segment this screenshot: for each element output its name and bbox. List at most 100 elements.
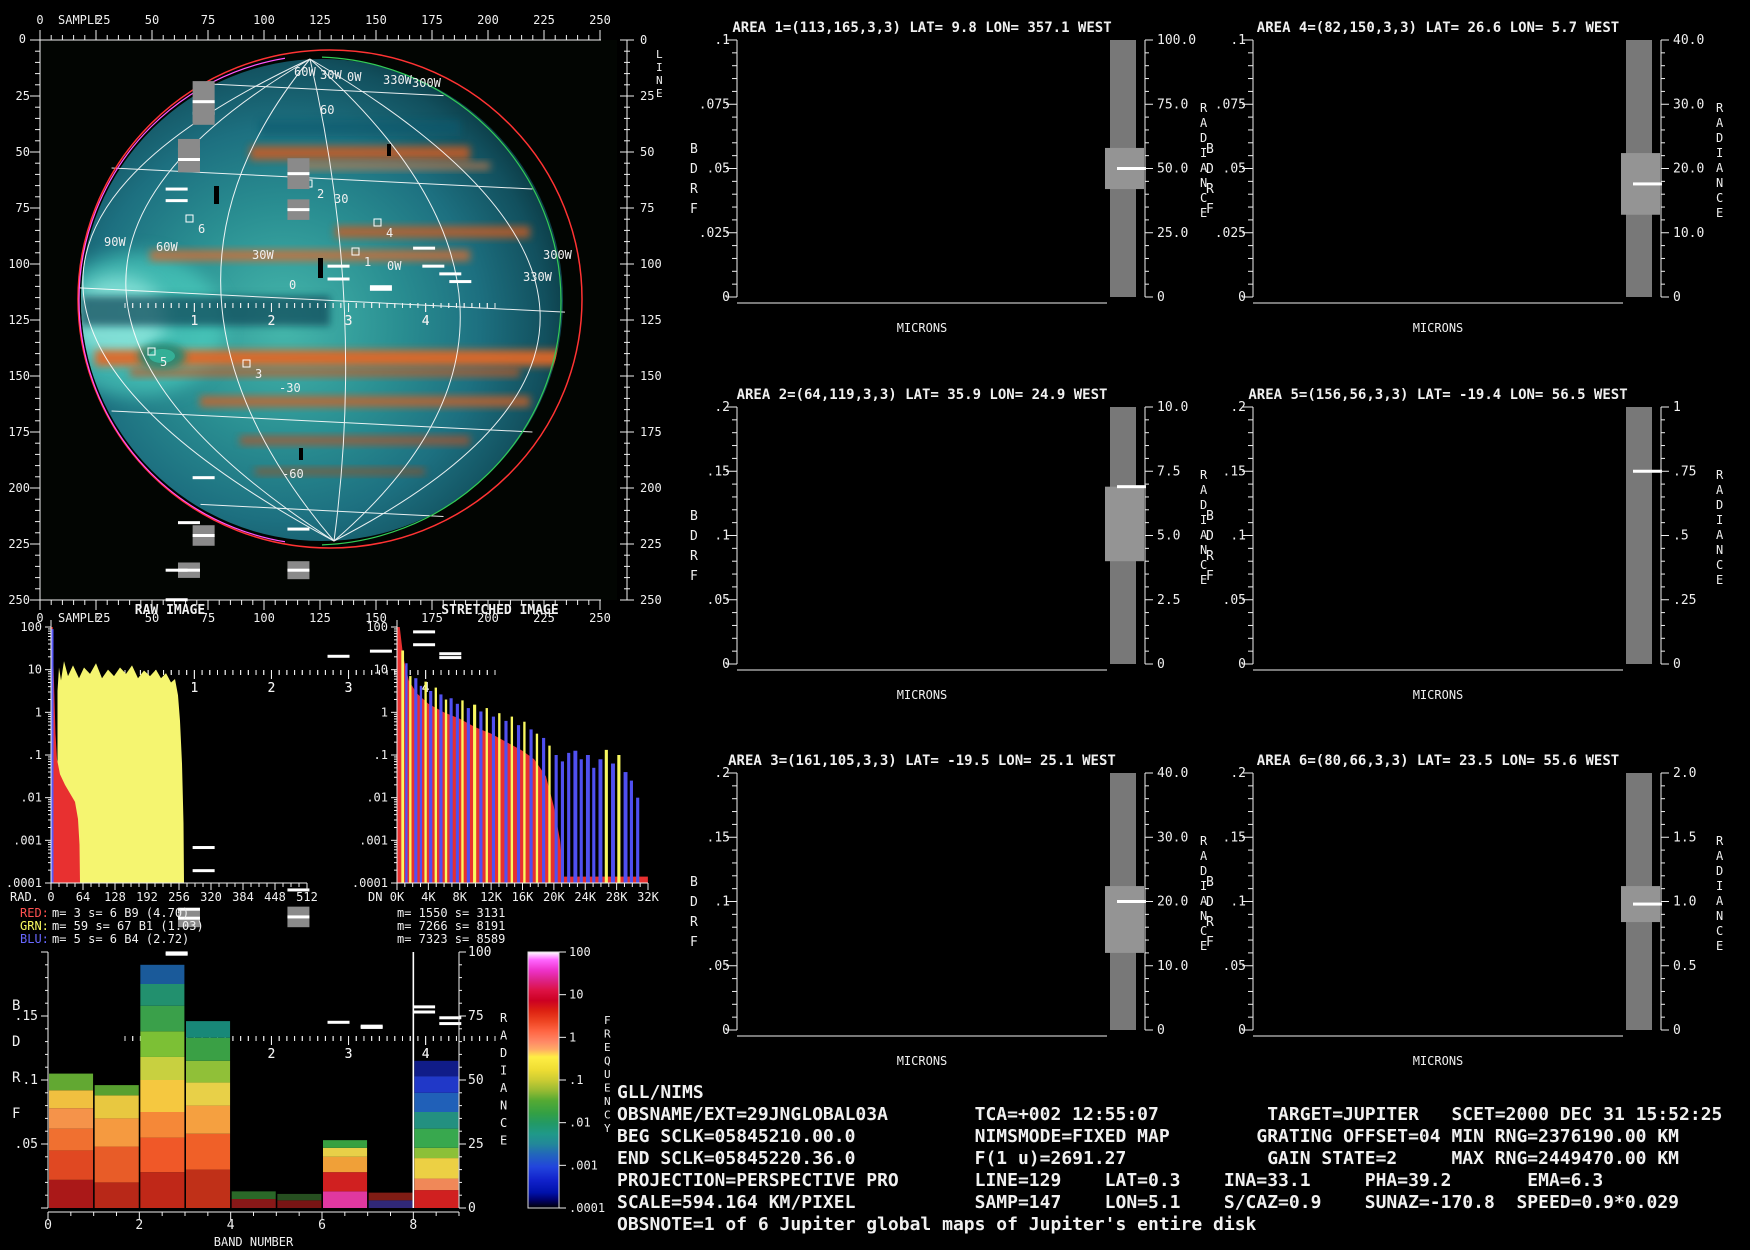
longitude-label: 60W bbox=[156, 240, 178, 254]
dn-stripe bbox=[479, 711, 483, 883]
radiance-bar-mean bbox=[1633, 902, 1662, 906]
y2-axis-label: R bbox=[1200, 468, 1208, 482]
y-tick-label: .075 bbox=[1215, 97, 1246, 112]
x-tick-label: 32K bbox=[637, 890, 659, 904]
y2-tick-label: 20.0 bbox=[1673, 162, 1704, 177]
line-tick-label: 75 bbox=[640, 201, 654, 215]
colorbar-tick-label: 100 bbox=[569, 945, 591, 959]
band-segment bbox=[414, 1060, 459, 1077]
band-segment bbox=[140, 984, 185, 1006]
y2-tick-label: .25 bbox=[1673, 593, 1696, 608]
spectrum-panel-area6: AREA 6=(80,66,3,3) LAT= 23.5 LON= 55.6 W… bbox=[124, 753, 1724, 1068]
stat-value: m= 1550 s= 3131 bbox=[397, 906, 505, 920]
data-dropout bbox=[299, 448, 303, 460]
x-tick-label: 8K bbox=[453, 890, 468, 904]
spectrum-point bbox=[165, 568, 188, 572]
y2-tick-label: 1 bbox=[1673, 400, 1681, 415]
y-tick-label: .1 bbox=[714, 529, 730, 544]
x-tick-label: 4 bbox=[422, 314, 430, 329]
y2-axis-label: A bbox=[1200, 483, 1208, 497]
dn-stripe bbox=[617, 754, 621, 883]
band-segment bbox=[186, 1133, 231, 1170]
y-axis-label: D bbox=[1206, 895, 1214, 910]
band-segment bbox=[140, 1031, 185, 1057]
dn-stripe bbox=[424, 681, 427, 883]
spectrum-panel-area3: AREA 3=(161,105,3,3) LAT= -19.5 LON= 25.… bbox=[124, 753, 1208, 1068]
y2-axis-label: R bbox=[1200, 101, 1208, 115]
band-segment bbox=[323, 1147, 368, 1157]
y-axis-label: R bbox=[690, 549, 698, 564]
y-axis-label: F bbox=[12, 1106, 20, 1122]
radiance-bar-mean bbox=[1633, 182, 1662, 186]
x-tick-label: 320 bbox=[200, 890, 222, 904]
x-tick-label: 2 bbox=[268, 314, 276, 329]
y2-axis-label: R bbox=[1716, 101, 1724, 115]
dn-stripe bbox=[579, 759, 583, 883]
x-tick-label: 4 bbox=[422, 1047, 430, 1062]
colorbar-axis-label: R bbox=[604, 1028, 611, 1041]
cloud-band bbox=[200, 396, 530, 407]
log-tick-label: .0001 bbox=[6, 876, 42, 890]
sample-tick-label: 175 bbox=[421, 611, 443, 625]
log-tick-label: .0001 bbox=[352, 876, 388, 890]
spectrum-point bbox=[327, 264, 350, 268]
y2-axis-label: A bbox=[1716, 849, 1724, 863]
dn-stripe bbox=[439, 694, 443, 883]
y-axis-label: B bbox=[690, 509, 698, 524]
y-tick-label: .2 bbox=[714, 766, 730, 781]
y-axis-label: D bbox=[690, 529, 698, 544]
dn-stripe bbox=[409, 676, 412, 883]
x-tick-label: 256 bbox=[168, 890, 190, 904]
y-tick-label: 0 bbox=[722, 657, 730, 672]
dn-stripe bbox=[629, 780, 633, 883]
y-axis-label: R bbox=[1206, 549, 1214, 564]
y2-axis-label: D bbox=[500, 1046, 507, 1060]
cloud-band bbox=[81, 296, 330, 326]
y2-tick-label: 5.0 bbox=[1157, 529, 1180, 544]
y-tick-label: .15 bbox=[707, 464, 730, 479]
log-tick-label: 100 bbox=[20, 620, 42, 634]
band-segment bbox=[323, 1172, 368, 1192]
y2-tick-label: 10.0 bbox=[1157, 959, 1188, 974]
x-tick-label: 4K bbox=[421, 890, 436, 904]
y-tick-label: .2 bbox=[1230, 766, 1246, 781]
stat-label: GRN: bbox=[20, 919, 49, 933]
colorbar-tick-label: .0001 bbox=[569, 1201, 605, 1215]
log-tick-label: .001 bbox=[13, 833, 42, 847]
latitude-label: -60 bbox=[282, 467, 304, 481]
log-tick-label: .1 bbox=[28, 748, 42, 762]
y2-tick-label: 100 bbox=[468, 945, 491, 960]
y2-tick-label: 0 bbox=[1157, 290, 1165, 305]
area-title: AREA 2=(64,119,3,3) LAT= 35.9 LON= 24.9 … bbox=[737, 387, 1108, 403]
latitude-label: -30 bbox=[279, 381, 301, 395]
spectrum-point bbox=[422, 264, 445, 268]
cloud-band bbox=[260, 120, 460, 136]
band-segment bbox=[140, 1137, 185, 1173]
log-tick-label: 10 bbox=[28, 663, 42, 677]
longitude-label: 30W bbox=[252, 248, 274, 262]
x-tick-label: 512 bbox=[296, 890, 318, 904]
radiance-bar-sigma bbox=[1105, 486, 1144, 562]
y2-axis-label: D bbox=[1716, 864, 1723, 878]
line-tick-label: 125 bbox=[8, 313, 30, 327]
band-segment bbox=[414, 1092, 459, 1112]
info-line: BEG SCLK=05845210.00.0 NIMSMODE=FIXED MA… bbox=[617, 1126, 1680, 1147]
dn-stripe bbox=[592, 767, 596, 883]
radiance-bar bbox=[1626, 407, 1652, 664]
data-dropout bbox=[318, 258, 323, 278]
y-axis-label: D bbox=[690, 162, 698, 177]
dn-stripe bbox=[455, 703, 459, 883]
cloud-band bbox=[130, 368, 520, 377]
y-tick-label: .1 bbox=[1230, 529, 1246, 544]
y-tick-label: .05 bbox=[1223, 959, 1246, 974]
nims-display-screen: 60W 30W 0W 330W 300W 90W 60W 30W 0W 330W 300W 60 30 0… bbox=[0, 0, 1750, 1250]
dn-stripe bbox=[598, 759, 603, 883]
y2-tick-label: 10.0 bbox=[1157, 400, 1188, 415]
y2-tick-label: 0 bbox=[1673, 1023, 1681, 1038]
y2-tick-label: 7.5 bbox=[1157, 464, 1180, 479]
y-tick-label: .1 bbox=[1230, 895, 1246, 910]
y2-axis-label: I bbox=[1716, 879, 1723, 893]
y2-axis-label: I bbox=[1716, 146, 1723, 160]
y-tick-label: .2 bbox=[714, 400, 730, 415]
y-axis-label: B bbox=[1206, 142, 1214, 157]
